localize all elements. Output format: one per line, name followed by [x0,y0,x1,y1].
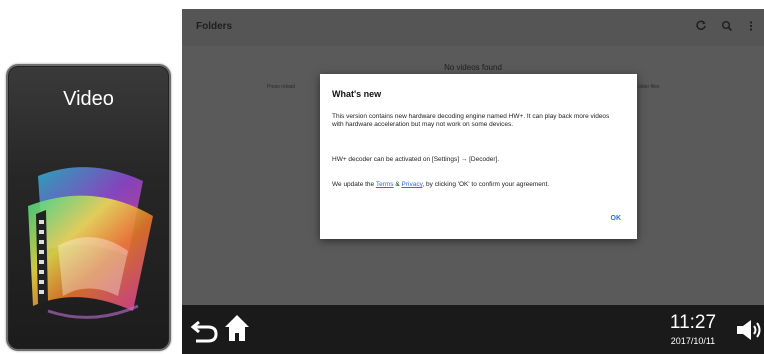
empty-message: No videos found [444,63,502,72]
system-navigation-bar: 11:27 2017/10/11 [182,305,764,354]
back-icon[interactable] [190,315,220,345]
clock-time: 11:27 [669,312,717,333]
refresh-icon[interactable] [694,20,708,34]
app-tile-title: Video [63,88,114,110]
film-reel-icon [28,167,153,319]
terms-link[interactable]: Terms [376,181,394,188]
privacy-link[interactable]: Privacy [402,181,423,188]
clock-date: 2017/10/11 [670,336,716,346]
ok-button[interactable]: OK [611,215,622,222]
dialog-title: What's new [332,89,382,99]
device-screen: Folders No videos found Press reload old… [182,9,764,354]
dialog-paragraph-1: This version contains new hardware decod… [332,113,610,128]
app-bar-title: Folders [196,21,233,32]
search-icon[interactable] [720,20,734,34]
home-icon[interactable] [224,314,250,342]
dialog-paragraph-3: We update the Terms & Privacy, by clicki… [332,181,622,189]
dialog-text-segment: We update the [332,181,376,188]
video-app-tile[interactable]: Video [6,64,171,351]
volume-icon[interactable] [735,318,764,342]
hint-text-right: older files [638,84,660,90]
dialog-text-segment: , by clicking 'OK' to confirm your agree… [422,181,550,188]
dialog-paragraph-2: HW+ decoder can be activated on [Setting… [332,156,500,163]
whats-new-dialog: What's new This version contains new har… [320,74,637,239]
dialog-text-segment: & [393,181,402,188]
overflow-menu-icon[interactable] [744,20,758,34]
app-bar: Folders [182,9,764,46]
hint-text-left: Press reload [267,84,296,90]
